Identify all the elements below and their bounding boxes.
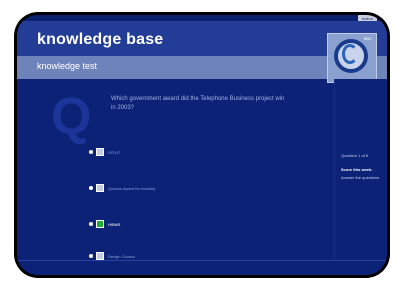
logo-text: BBC [363, 36, 372, 41]
info-panel: Question 1 of 6 Score this week: Answer … [334, 79, 387, 261]
logo-swirl-icon [342, 44, 358, 64]
answer-checkbox[interactable] [96, 252, 104, 260]
answer-label: Design Council [108, 253, 135, 259]
bullet-icon [89, 150, 93, 154]
bottom-bar [17, 260, 387, 275]
answer-option[interactable]: Queens Award for Industry [89, 183, 155, 193]
result-value: Answer the questions [341, 175, 380, 180]
answer-checkbox[interactable] [96, 148, 104, 156]
answer-checkbox[interactable] [96, 184, 104, 192]
question-text: Which government award did the Telephone… [111, 96, 285, 111]
answer-option[interactable]: GOVIT [89, 147, 120, 157]
result-label: Score this week: [341, 167, 373, 172]
question-count: Question 1 of 6 [341, 153, 369, 158]
answer-label: Queens Award for Industry [108, 185, 156, 191]
app-title: knowledge base [37, 31, 164, 48]
bullet-icon [89, 254, 93, 258]
logo: BBC [327, 33, 377, 83]
answer-option[interactable]: HIBNR [89, 219, 120, 229]
bullet-icon [89, 222, 93, 226]
page-subtitle: knowledge test [37, 61, 98, 71]
quiz-content: Q Which government award did the Telepho… [31, 85, 321, 275]
question-mark-icon: Q [51, 88, 92, 146]
answer-label: GOVIT [108, 149, 121, 155]
device-frame: button knowledge base knowledge test BBC… [14, 12, 390, 278]
app-screen: button knowledge base knowledge test BBC… [17, 15, 387, 275]
answer-label: HIBNR [108, 221, 121, 227]
answer-checkbox-checked[interactable] [96, 220, 104, 228]
header: knowledge base knowledge test BBC [17, 21, 387, 83]
bullet-icon [89, 186, 93, 190]
